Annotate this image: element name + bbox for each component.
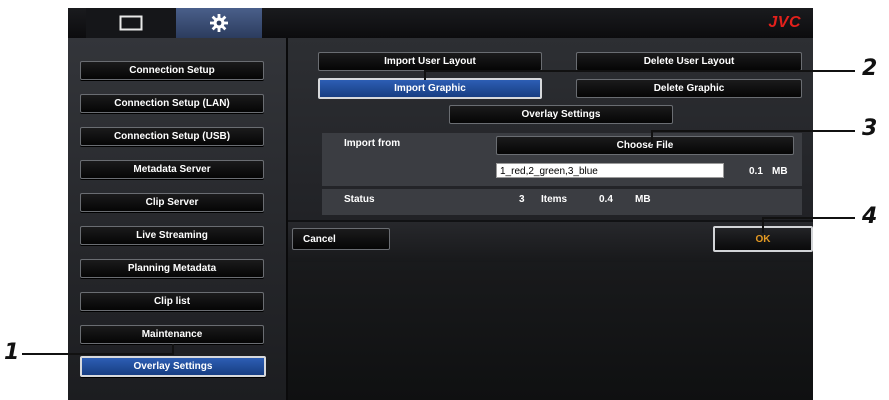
file-size-unit: MB [772, 166, 788, 177]
import-user-layout-button[interactable]: Import User Layout [318, 52, 542, 71]
callout-4-line [763, 217, 855, 219]
import-graphic-button[interactable]: Import Graphic [318, 78, 542, 99]
status-items-label: Items [541, 194, 568, 205]
callout-4-stem [762, 217, 764, 233]
status-label: Status [344, 194, 375, 205]
file-size-value: 0.1 [749, 166, 763, 177]
device-screen: JVC Connection Setup Connection Setup (L… [68, 8, 813, 400]
sidebar-item-clip-list[interactable]: Clip list [80, 292, 264, 311]
import-from-label: Import from [344, 138, 401, 149]
sidebar-item-clip-server[interactable]: Clip Server [80, 193, 264, 212]
sidebar-item-planning-metadata[interactable]: Planning Metadata [80, 259, 264, 278]
sidebar-item-overlay-settings[interactable]: Overlay Settings [80, 356, 266, 377]
callout-4: 4 [862, 204, 878, 229]
monitor-icon [119, 15, 143, 31]
status-size-value: 0.4 [599, 194, 613, 205]
file-path-field[interactable]: 1_red,2_green,3_blue [496, 163, 724, 178]
delete-graphic-button[interactable]: Delete Graphic [576, 79, 802, 98]
status-size-unit: MB [635, 194, 651, 205]
sidebar-item-connection-setup-usb[interactable]: Connection Setup (USB) [80, 127, 264, 146]
sidebar: Connection Setup Connection Setup (LAN) … [68, 38, 288, 400]
callout-2: 2 [862, 56, 878, 81]
tab-monitor[interactable] [86, 8, 176, 38]
callout-3-line [652, 130, 855, 132]
callout-2-line [425, 70, 855, 72]
callout-2-stem [424, 70, 426, 80]
sidebar-item-connection-setup-lan[interactable]: Connection Setup (LAN) [80, 94, 264, 113]
cancel-button[interactable]: Cancel [292, 228, 390, 250]
callout-1: 1 [4, 340, 20, 365]
callout-1-line [22, 353, 174, 355]
overlay-settings-button[interactable]: Overlay Settings [449, 105, 673, 124]
sidebar-item-live-streaming[interactable]: Live Streaming [80, 226, 264, 245]
brand-logo: JVC [768, 14, 801, 31]
sidebar-item-maintenance[interactable]: Maintenance [80, 325, 264, 344]
callout-1-stem [172, 344, 174, 355]
sidebar-item-connection-setup[interactable]: Connection Setup [80, 61, 264, 80]
status-count: 3 [519, 194, 525, 205]
sidebar-item-metadata-server[interactable]: Metadata Server [80, 160, 264, 179]
choose-file-button[interactable]: Choose File [496, 136, 794, 155]
callout-3: 3 [862, 116, 878, 141]
callout-3-stem [651, 130, 653, 144]
tab-settings[interactable] [176, 8, 262, 38]
gear-icon [210, 14, 228, 32]
content-empty-area [288, 262, 813, 400]
top-bar: JVC [68, 8, 813, 38]
delete-user-layout-button[interactable]: Delete User Layout [576, 52, 802, 71]
